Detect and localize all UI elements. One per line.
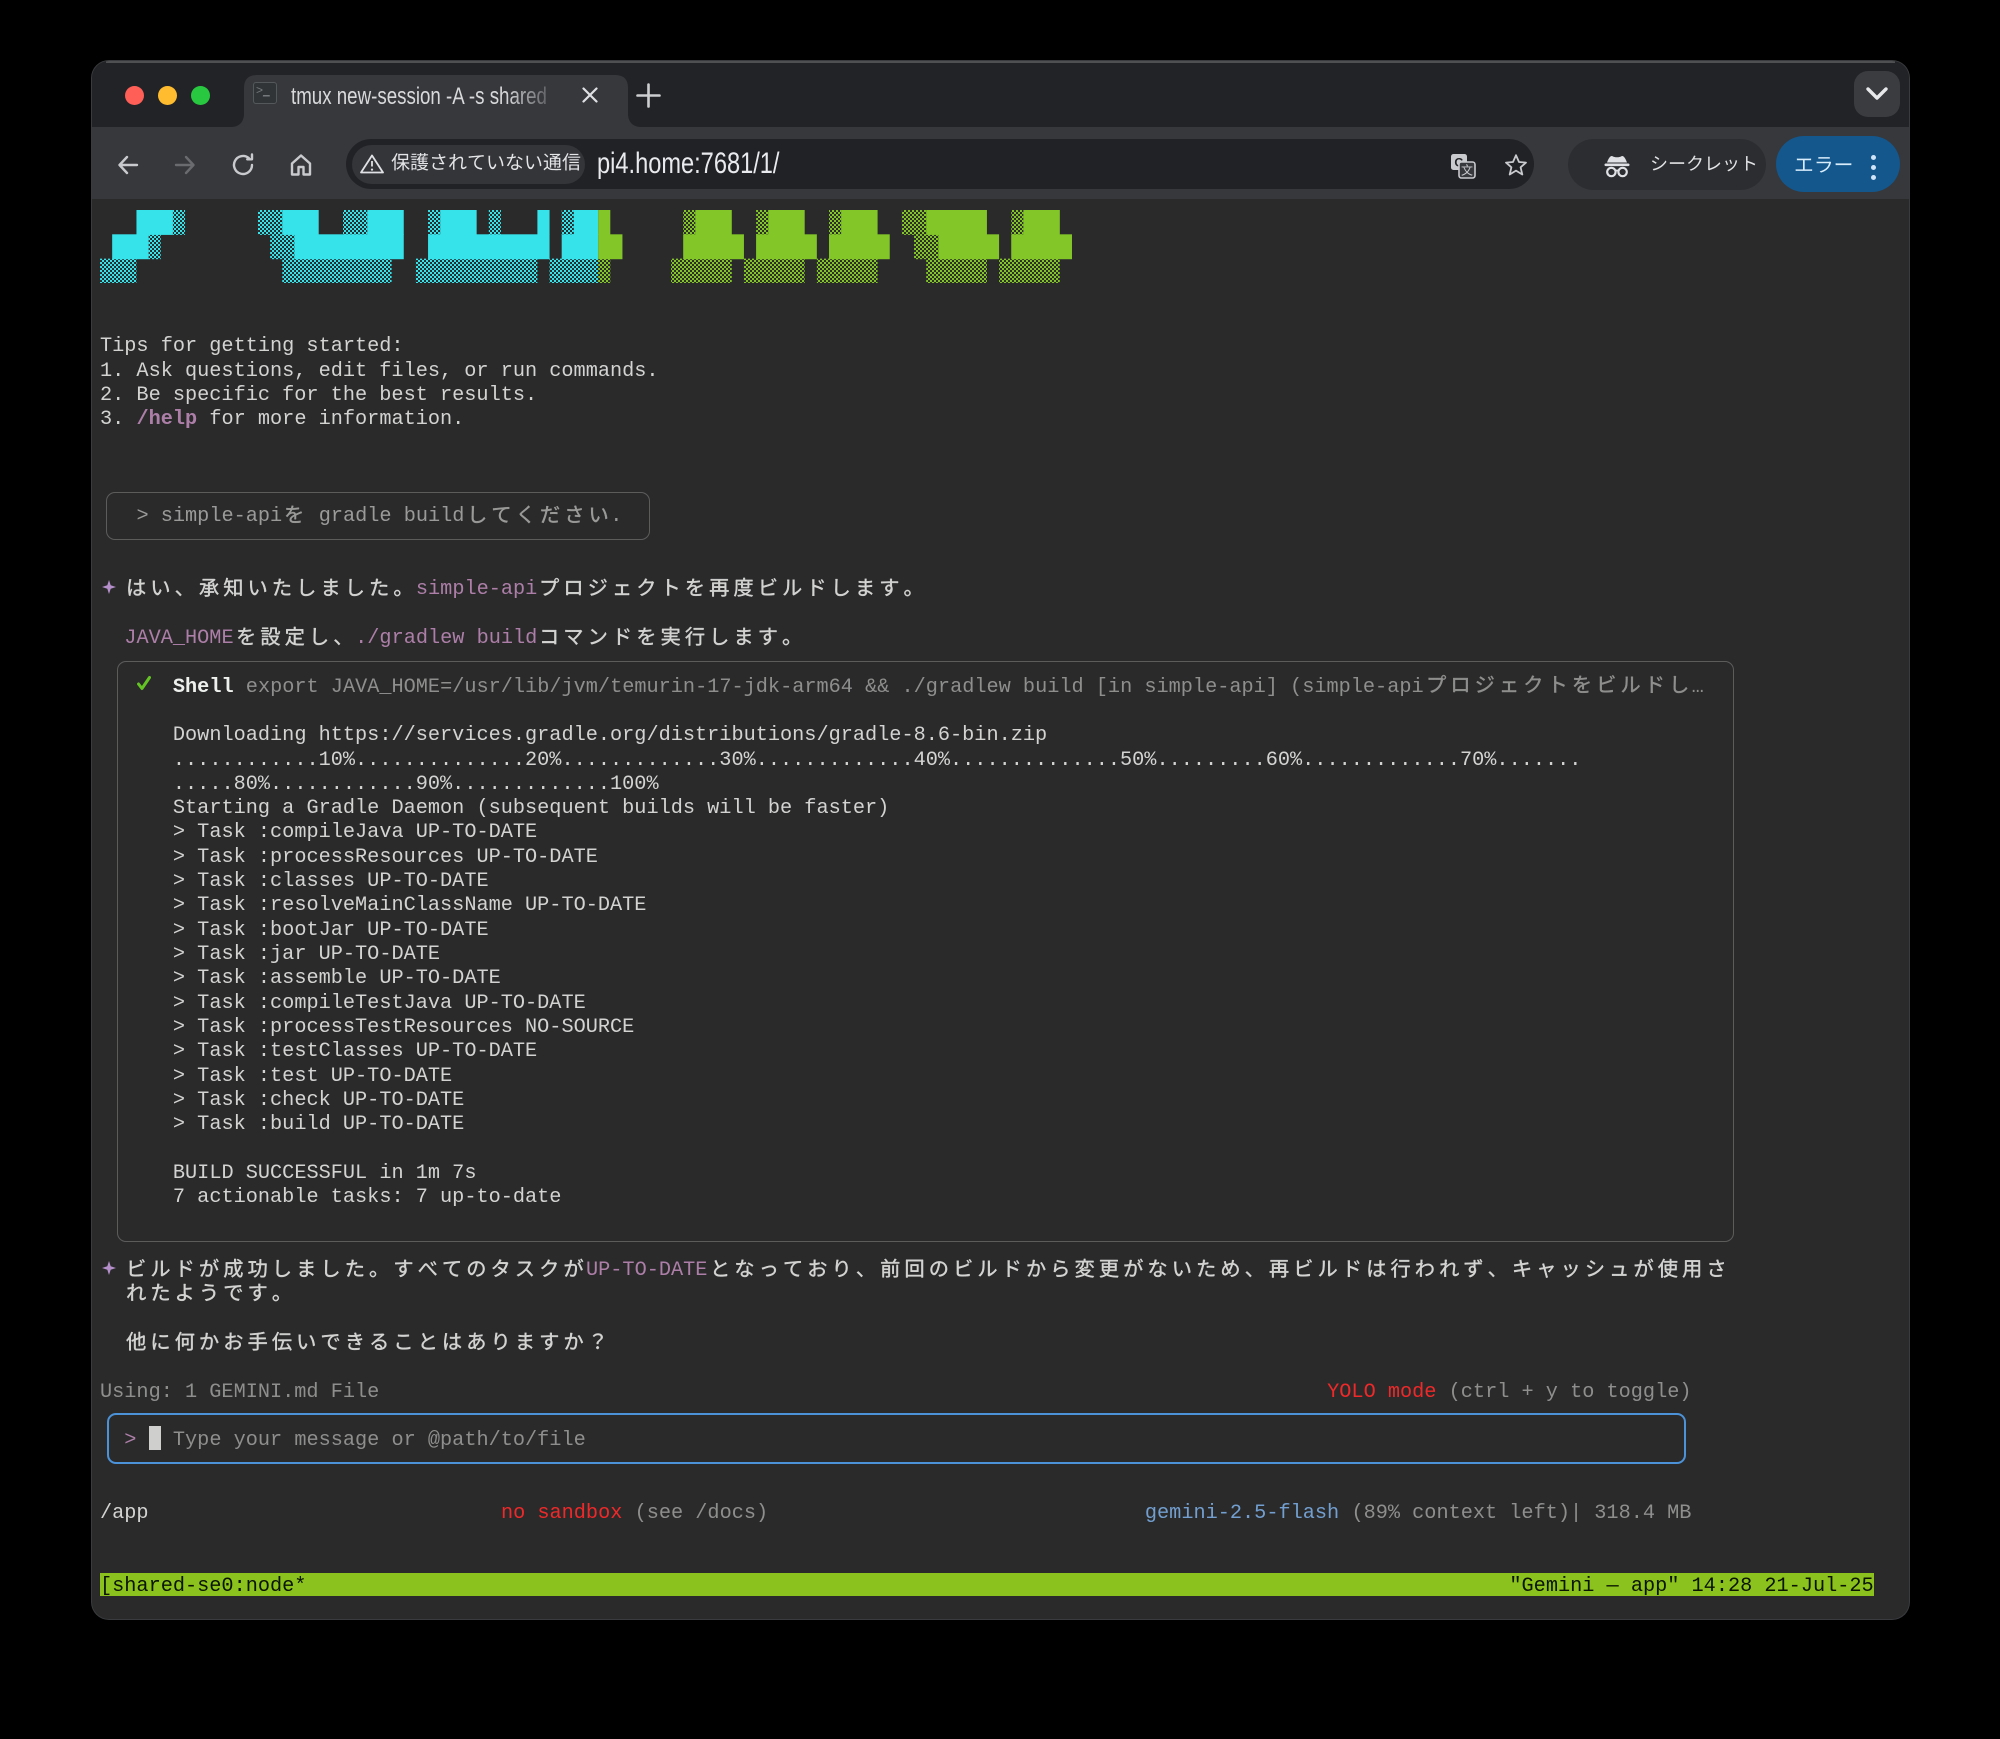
svg-text:文: 文	[1461, 163, 1473, 178]
